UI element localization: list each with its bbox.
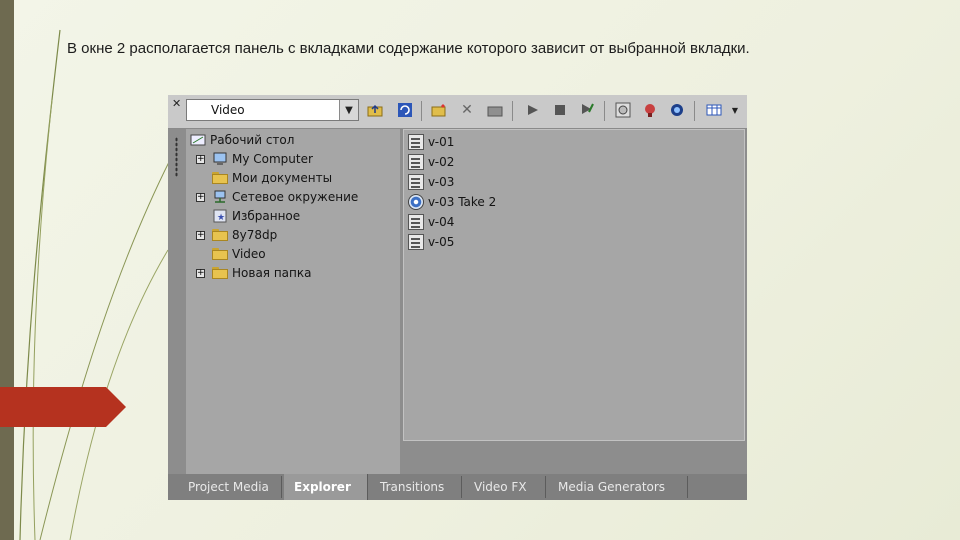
drag-grip-handle[interactable] [175,137,178,177]
views-icon[interactable] [706,101,724,119]
file-item[interactable]: v-02 [408,152,454,172]
file-item[interactable]: v-04 [408,212,454,232]
refresh-icon[interactable] [396,101,414,119]
file-item-label: v-04 [428,215,455,229]
folder-icon [212,172,228,184]
explorer-toolbar: ✕ Video ▼ ✕ ▼ [168,95,747,129]
location-value: Video [211,103,245,117]
video-file-icon [408,154,424,170]
panel-tab-bar: Project Media Explorer Transitions Video… [168,474,747,500]
expand-icon[interactable]: + [196,231,205,240]
folder-up-icon[interactable] [366,101,384,119]
tree-item-video[interactable]: Video [212,245,266,263]
media-cd-icon[interactable] [614,101,632,119]
tab-explorer[interactable]: Explorer [284,474,368,500]
file-item[interactable]: v-01 [408,132,454,152]
tab-media-generators[interactable]: Media Generators [548,476,688,498]
tree-item-label: Рабочий стол [210,133,295,147]
expand-icon[interactable]: + [196,269,205,278]
folder-tree-pane[interactable]: Рабочий стол + My Computer Мои документы… [186,129,400,474]
computer-icon [212,152,228,166]
disc-file-icon [408,194,424,210]
location-combobox[interactable]: Video ▼ [186,99,359,121]
folder-icon [212,267,228,279]
record-icon[interactable] [641,101,659,119]
tree-item-label: My Computer [232,152,313,166]
tree-item-label: 8y78dp [232,228,278,242]
tree-item-label: Избранное [232,209,301,223]
svg-text:★: ★ [217,213,225,223]
file-item-label: v-02 [428,155,455,169]
favorites-icon: ★ [212,209,228,223]
tree-item-my-documents[interactable]: Мои документы [212,169,332,187]
file-item-label: v-03 Take 2 [428,195,497,209]
file-list-pane[interactable]: v-01 v-02 v-03 v-03 Take 2 v-04 v-05 [403,129,745,441]
tree-item-label: Сетевое окружение [232,190,359,204]
folder-icon [212,248,228,260]
tree-item-desktop[interactable]: Рабочий стол [190,131,294,149]
tree-item-network[interactable]: + Сетевое окружение [196,188,358,206]
red-arrow-shape [0,387,126,427]
file-item[interactable]: v-03 Take 2 [408,192,496,212]
stop-icon[interactable] [551,101,569,119]
file-item-label: v-03 [428,175,455,189]
tree-item-my-computer[interactable]: + My Computer [196,150,313,168]
tree-item-favorites[interactable]: ★ Избранное [212,207,300,225]
delete-icon[interactable]: ✕ [458,101,476,119]
tree-item-label: Новая папка [232,266,312,280]
tree-item-new-folder[interactable]: + Новая папка [196,264,311,282]
file-item[interactable]: v-05 [408,232,454,252]
close-icon[interactable]: ✕ [172,97,181,110]
tab-video-fx[interactable]: Video FX [464,476,546,498]
video-file-icon [408,174,424,190]
tree-item-label: Мои документы [232,171,333,185]
tree-item-label: Video [232,247,266,261]
explorer-window: ✕ Video ▼ ✕ ▼ Рабочий стол + My Computer… [168,95,747,500]
views-dropdown-icon[interactable]: ▼ [726,101,744,119]
video-file-icon [408,134,424,150]
slide-caption: В окне 2 располагается панель с вкладкам… [67,40,750,57]
file-item-label: v-01 [428,135,455,149]
new-folder-icon[interactable] [430,101,448,119]
video-file-icon [408,234,424,250]
file-item[interactable]: v-03 [408,172,454,192]
chevron-down-icon[interactable]: ▼ [339,100,358,120]
folder-icon [212,229,228,241]
find-icon[interactable] [668,101,686,119]
file-item-label: v-05 [428,235,455,249]
network-icon [212,190,228,204]
expand-icon[interactable]: + [196,193,205,202]
tab-project-media[interactable]: Project Media [178,476,282,498]
auto-preview-icon[interactable] [578,101,596,119]
tab-transitions[interactable]: Transitions [370,476,462,498]
video-file-icon [408,214,424,230]
folder-icon[interactable] [486,101,504,119]
expand-icon[interactable]: + [196,155,205,164]
tree-item-8y78dp[interactable]: + 8y78dp [196,226,277,244]
desktop-icon [190,133,206,147]
play-icon[interactable] [524,101,542,119]
